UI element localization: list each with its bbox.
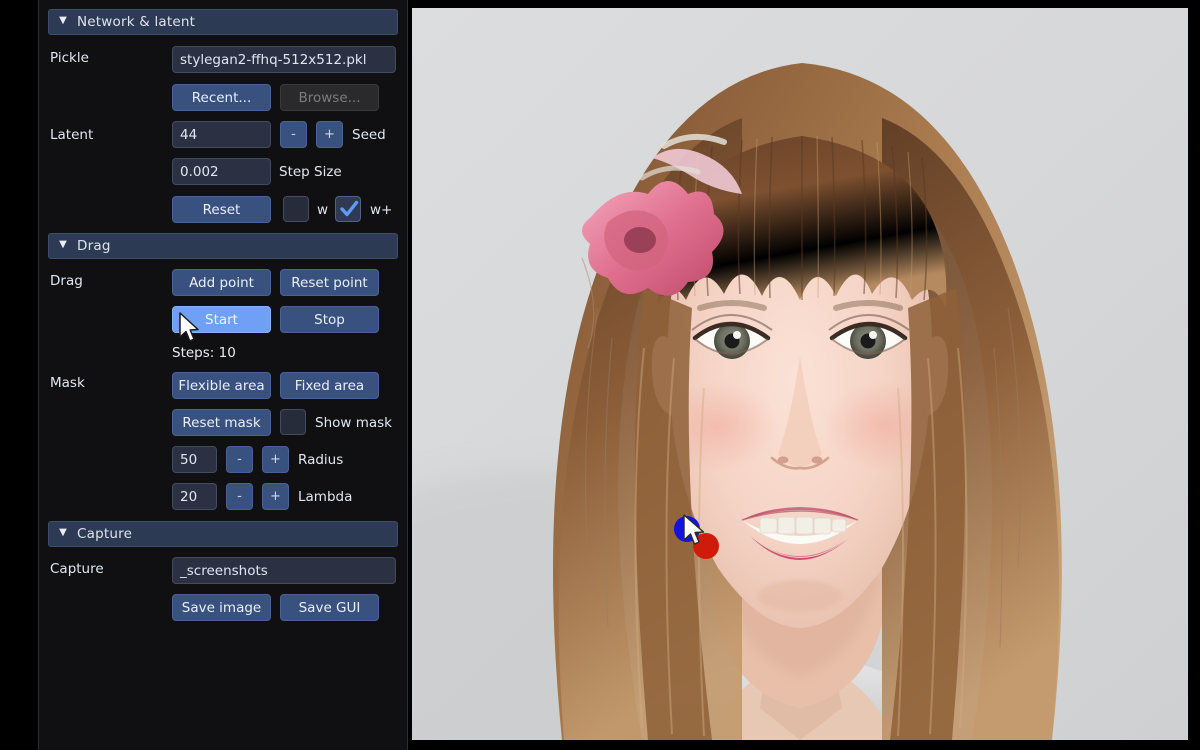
caret-down-icon: ▼ xyxy=(59,239,67,250)
reset-latent-button[interactable]: Reset xyxy=(172,196,271,223)
lambda-input[interactable]: 20 xyxy=(172,483,217,510)
caption-lambda: Lambda xyxy=(298,489,353,505)
label-capture: Capture xyxy=(50,561,104,577)
label-latent: Latent xyxy=(50,127,94,143)
section-title-network: Network & latent xyxy=(77,14,196,30)
generated-portrait-image xyxy=(412,8,1188,740)
section-title-drag: Drag xyxy=(77,238,111,254)
caret-down-icon: ▼ xyxy=(59,527,67,538)
caption-wplus: w+ xyxy=(370,202,393,218)
step-size-input[interactable]: 0.002 xyxy=(172,158,271,185)
label-drag: Drag xyxy=(50,273,83,289)
caret-down-icon: ▼ xyxy=(59,15,67,26)
radius-decrement-button[interactable]: - xyxy=(226,446,253,473)
add-point-button[interactable]: Add point xyxy=(172,269,271,296)
label-mask: Mask xyxy=(50,375,85,391)
fixed-area-button[interactable]: Fixed area xyxy=(280,372,379,399)
flexible-area-button[interactable]: Flexible area xyxy=(172,372,271,399)
caption-step-size: Step Size xyxy=(279,164,342,180)
show-mask-checkbox[interactable] xyxy=(280,409,306,435)
draggan-window: ▼ Network & latent Pickle stylegan2-ffhq… xyxy=(0,0,1200,750)
seed-increment-button[interactable]: + xyxy=(316,121,343,148)
reset-mask-button[interactable]: Reset mask xyxy=(172,409,271,436)
section-header-network[interactable]: ▼ Network & latent xyxy=(48,9,398,35)
label-pickle: Pickle xyxy=(50,50,89,66)
w-checkbox[interactable] xyxy=(283,196,309,222)
browse-button: Browse... xyxy=(280,84,379,111)
wplus-checkbox[interactable] xyxy=(335,196,361,222)
stop-button[interactable]: Stop xyxy=(280,306,379,333)
capture-path-input[interactable]: _screenshots xyxy=(172,557,396,584)
image-viewport[interactable] xyxy=(412,8,1188,740)
section-header-drag[interactable]: ▼ Drag xyxy=(48,233,398,259)
pickle-input[interactable]: stylegan2-ffhq-512x512.pkl xyxy=(172,46,396,73)
reset-point-button[interactable]: Reset point xyxy=(280,269,379,296)
save-image-button[interactable]: Save image xyxy=(172,594,271,621)
lambda-increment-button[interactable]: + xyxy=(262,483,289,510)
save-gui-button[interactable]: Save GUI xyxy=(280,594,379,621)
lambda-decrement-button[interactable]: - xyxy=(226,483,253,510)
seed-decrement-button[interactable]: - xyxy=(280,121,307,148)
drag-target-point[interactable] xyxy=(693,533,719,559)
section-title-capture: Capture xyxy=(77,526,133,542)
caption-radius: Radius xyxy=(298,452,344,468)
caption-w: w xyxy=(317,202,329,218)
section-header-capture[interactable]: ▼ Capture xyxy=(48,521,398,547)
check-icon xyxy=(340,200,359,217)
seed-input[interactable]: 44 xyxy=(172,121,271,148)
caption-show-mask: Show mask xyxy=(315,415,392,431)
caption-seed: Seed xyxy=(352,127,386,143)
start-button[interactable]: Start xyxy=(172,306,271,333)
recent-button[interactable]: Recent... xyxy=(172,84,271,111)
control-panel: ▼ Network & latent Pickle stylegan2-ffhq… xyxy=(38,0,408,750)
radius-increment-button[interactable]: + xyxy=(262,446,289,473)
radius-input[interactable]: 50 xyxy=(172,446,217,473)
steps-counter: Steps: 10 xyxy=(172,345,236,361)
